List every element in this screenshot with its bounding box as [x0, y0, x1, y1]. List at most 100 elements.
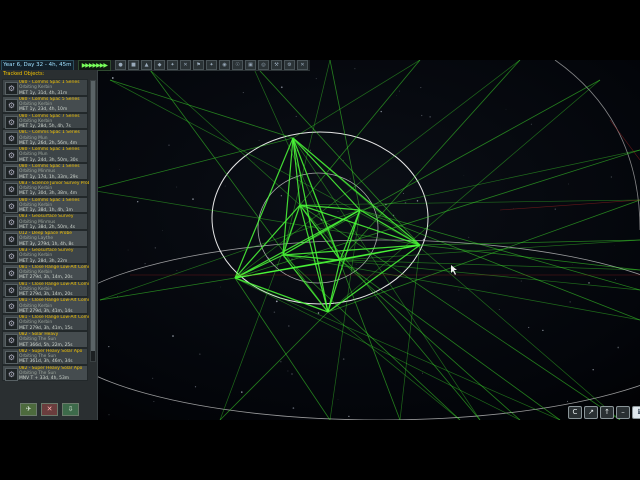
list-item[interactable]: ⚙ 080 - Comms Spac 1 Series Orbiting Ker… — [2, 79, 88, 96]
comm-link — [339, 259, 521, 420]
star — [280, 86, 283, 89]
star — [396, 95, 397, 97]
list-item[interactable]: ⚙ 081 - Close Range Low-Alt Comms P... O… — [2, 263, 89, 281]
list-item-text: 081 - Close Range Low-Alt Comms P... Orb… — [19, 265, 89, 281]
star — [108, 414, 110, 416]
star — [554, 208, 556, 210]
comm-link — [329, 60, 361, 211]
list-item-text: 08C - Comms Spac 1 Series Orbiting Mun M… — [19, 130, 89, 146]
filter-button[interactable]: ✦ — [167, 60, 178, 70]
camera-button[interactable]: ℹ — [632, 406, 640, 419]
star — [588, 282, 590, 284]
filter-button[interactable]: ● — [115, 60, 126, 70]
comm-link — [327, 199, 640, 313]
star — [194, 386, 197, 388]
comm-link — [292, 137, 361, 211]
star — [287, 370, 289, 372]
list-item[interactable]: ⚙ 080 - Comms Spac 1 Series Orbiting Min… — [2, 162, 89, 180]
star — [295, 115, 297, 117]
vessel-icon: ⚙ — [5, 149, 18, 163]
filter-button[interactable]: ◉ — [219, 60, 230, 70]
list-item[interactable]: ⚙ 08C - Comms Spac 1 Series Orbiting Mun… — [2, 129, 89, 147]
list-item[interactable]: ⚙ 080 - Comms Spac 1 Series Orbiting Ker… — [2, 196, 89, 214]
star — [154, 247, 156, 249]
list-scrollbar[interactable] — [90, 80, 96, 362]
star — [615, 278, 616, 280]
list-item[interactable]: ⚙ 082 - Solar Heavy Orbiting The Sun MET… — [2, 330, 88, 348]
list-item[interactable]: ⚙ 012 - Deep Space Probe Orbiting Laythe… — [2, 230, 88, 247]
scroll-thumb[interactable] — [91, 81, 95, 351]
filter-button[interactable]: ⚒ — [271, 60, 282, 70]
filter-button[interactable]: ■ — [128, 60, 139, 70]
filter-button[interactable]: ◆ — [154, 60, 165, 70]
list-item[interactable]: ⚙ 082 - Super Heavy Solar Apo Orbiting T… — [2, 347, 88, 365]
filter-button[interactable]: ⚙ — [284, 60, 295, 70]
star — [348, 415, 350, 418]
star — [273, 311, 276, 314]
list-item-text: 080 - Comms Spac 1 Series Orbiting Kerbi… — [19, 198, 89, 214]
comm-link — [234, 254, 284, 279]
filter-button[interactable]: ✕ — [180, 60, 191, 70]
star — [422, 372, 423, 374]
panel-title: Tracked Objects: — [3, 71, 45, 77]
game-clock: Year 6, Day 32 - 4h, 45m — [1, 59, 74, 71]
comm-link — [399, 244, 421, 420]
camera-button[interactable]: C — [568, 406, 582, 419]
filter-button[interactable]: ⚑ — [193, 60, 204, 70]
star — [152, 377, 154, 379]
trajectory-line — [609, 119, 640, 161]
terminate-button[interactable]: ✕ — [41, 403, 58, 416]
star — [127, 249, 129, 251]
list-item[interactable]: ⚙ 081 - Close Range Low-Alt Comms P... O… — [2, 280, 89, 298]
camera-button[interactable]: – — [616, 406, 630, 419]
list-item[interactable]: ⚙ 082 - Super Heavy Solar Apo Orbiting T… — [2, 364, 88, 382]
star — [390, 198, 391, 199]
list-item[interactable]: ⚙ 081 - Close Range Low-Alt Comms P... O… — [2, 297, 89, 315]
filter-button[interactable]: ✦ — [206, 60, 217, 70]
comm-link — [299, 204, 621, 420]
star — [108, 346, 110, 348]
star — [569, 301, 571, 303]
vessel-icon: ⚙ — [5, 333, 18, 347]
fly-button[interactable]: ✈ — [20, 403, 37, 416]
star — [380, 110, 382, 113]
list-item[interactable]: ⚙ 083 - Geosurface Survey Orbiting Kerbi… — [2, 246, 88, 264]
filter-button[interactable]: ▲ — [141, 60, 152, 70]
comm-link — [109, 79, 294, 139]
filter-button[interactable]: ▣ — [245, 60, 256, 70]
camera-button[interactable]: ↗ — [584, 406, 598, 419]
list-item[interactable]: ⚙ 080 - Comms Spac 5 Series Orbiting Ker… — [2, 95, 88, 113]
star — [280, 195, 282, 197]
vessel-icon: ⚙ — [5, 283, 18, 297]
comm-link — [359, 149, 640, 211]
star — [568, 183, 569, 185]
star — [498, 309, 500, 310]
star — [168, 144, 170, 146]
star — [309, 149, 311, 151]
filter-button[interactable]: ☉ — [232, 60, 243, 70]
star — [176, 270, 178, 271]
list-item[interactable]: ⚙ 080 - Comms Spac 7 Series Orbiting Ker… — [2, 112, 88, 130]
time-warp-indicator[interactable]: ▶▶▶▶▶▶▶ — [77, 59, 111, 71]
vessel-icon: ⚙ — [5, 82, 18, 95]
list-item[interactable]: ⚙ 081 - Close Range Low-Alt Comms P... O… — [2, 314, 89, 331]
recover-button[interactable]: ⇩ — [62, 403, 79, 416]
list-item[interactable]: ⚙ 083 - Science Junior Survey Probe Orbi… — [2, 179, 89, 197]
letterbox-top — [0, 0, 640, 60]
star — [342, 358, 345, 360]
comm-link — [89, 189, 421, 246]
star — [398, 90, 400, 92]
camera-button[interactable]: ↑ — [600, 406, 614, 419]
list-item-text: 080 - Comms Spac 1 Series Orbiting Minmu… — [19, 164, 89, 180]
filter-button[interactable]: ✕ — [297, 60, 308, 70]
list-item[interactable]: ⚙ 083 - Geosurface Survey Orbiting Minmu… — [2, 213, 88, 231]
vessel-icon: ⚙ — [5, 199, 18, 213]
star — [258, 139, 260, 141]
filter-button[interactable]: ◎ — [258, 60, 269, 70]
star — [343, 159, 345, 161]
star — [349, 178, 351, 180]
star — [468, 236, 470, 238]
star — [505, 108, 507, 110]
list-item[interactable]: ⚙ 080 - Comms Spac 1 Series Orbiting Mun… — [2, 146, 88, 163]
star — [416, 200, 419, 202]
